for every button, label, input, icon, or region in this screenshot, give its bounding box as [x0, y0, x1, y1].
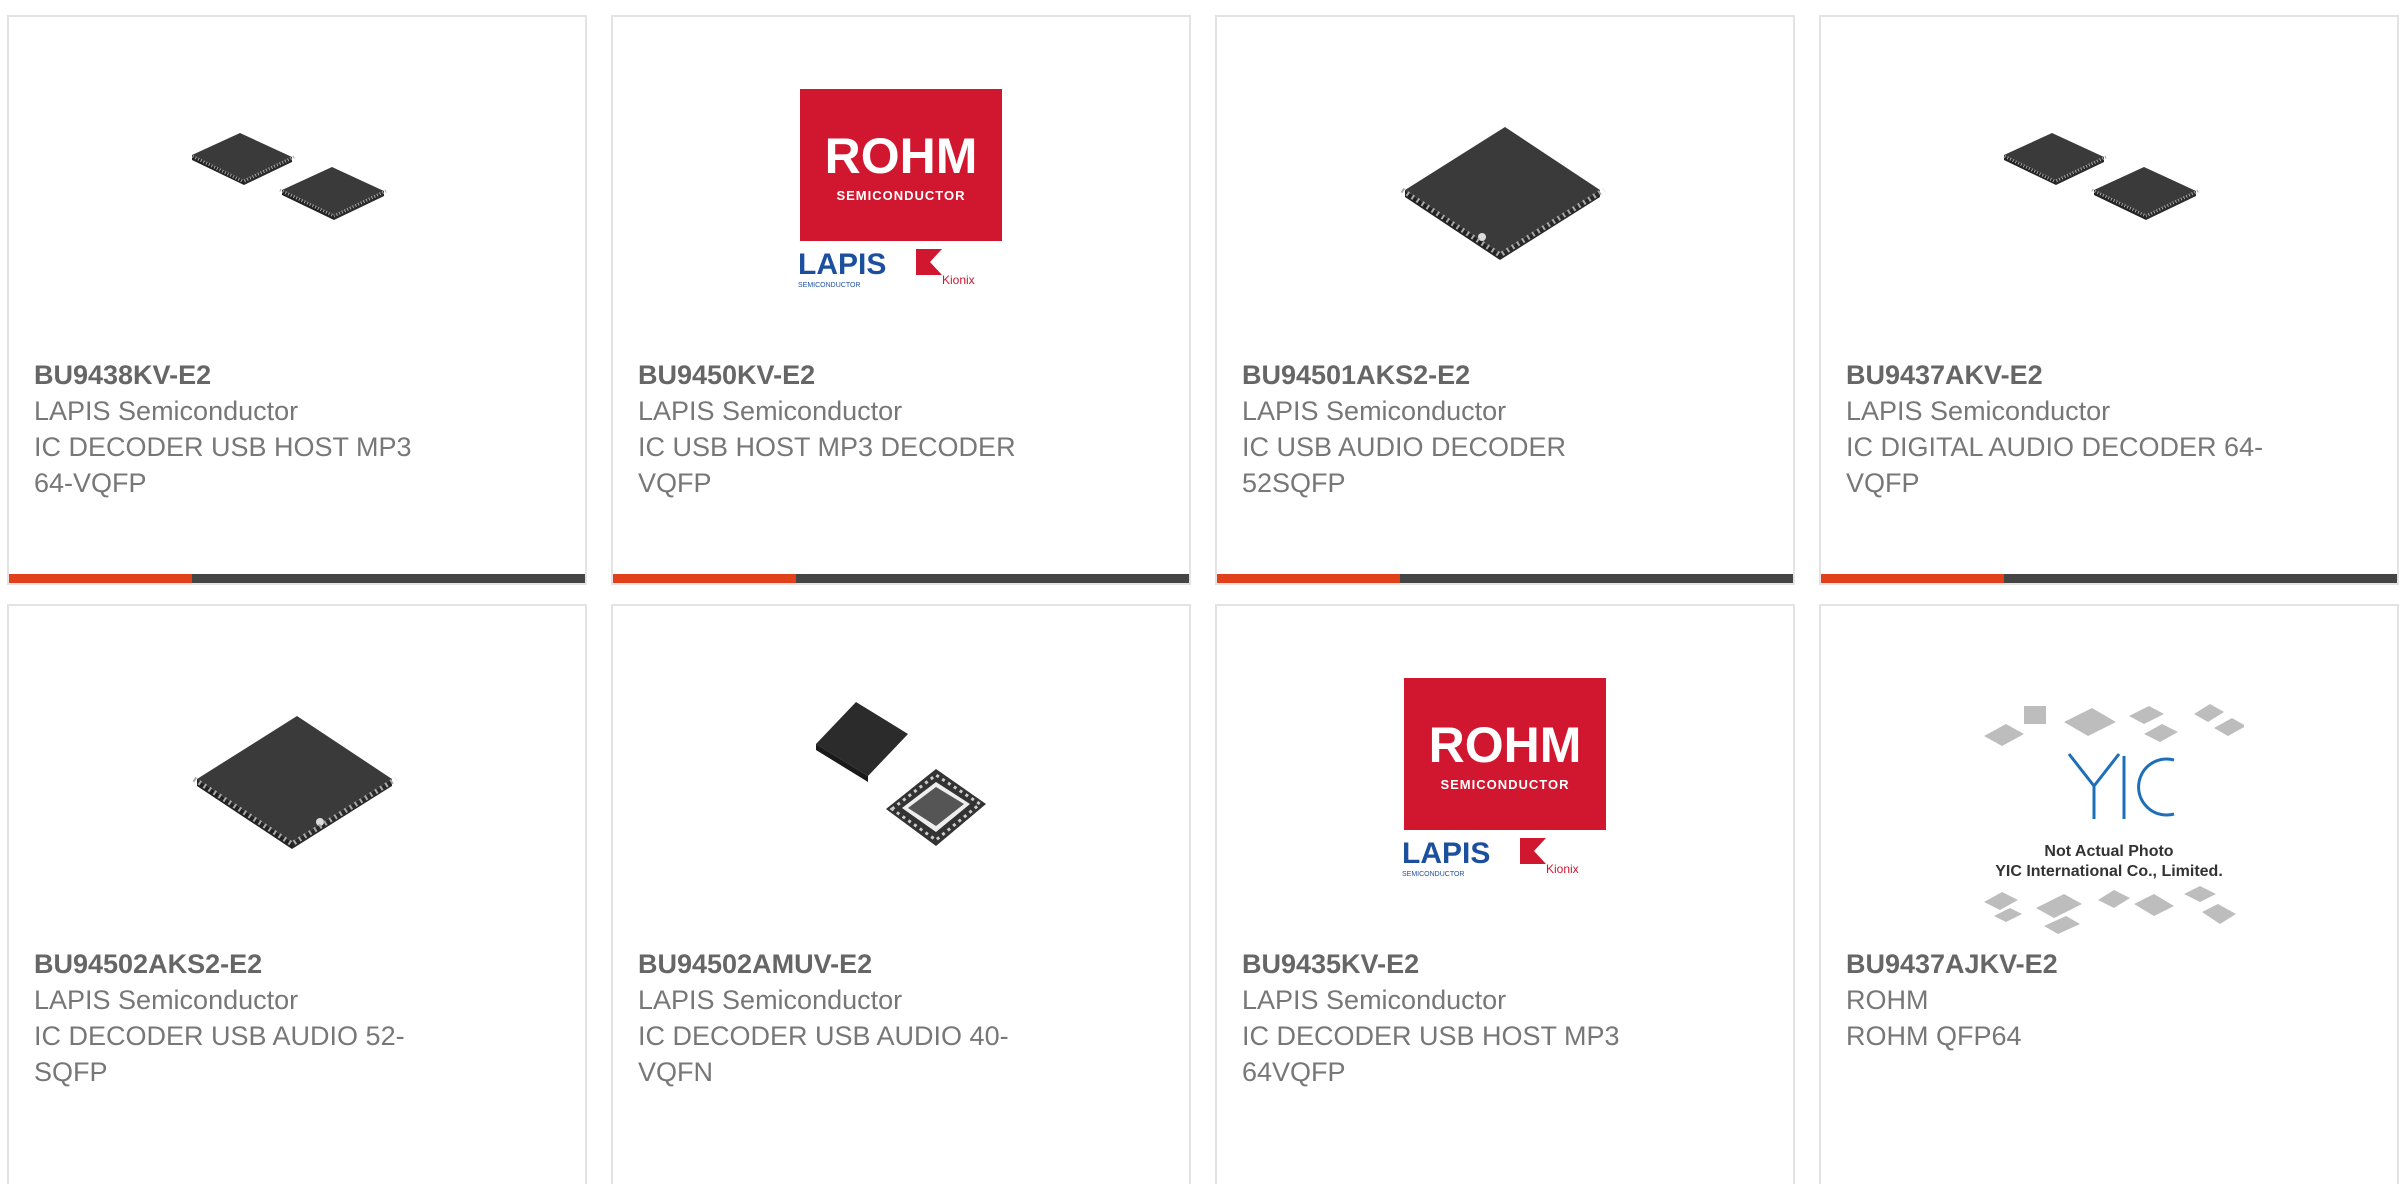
product-card[interactable]: BU9437AKV-E2 LAPIS Semiconductor IC DIGI… [1819, 15, 2399, 585]
card-bottom-bar [1217, 574, 1793, 583]
manufacturer: ROHM [1846, 985, 1929, 1015]
svg-text:SEMICONDUCTOR: SEMICONDUCTOR [1440, 777, 1569, 792]
chip-placeholder-icon [1984, 704, 2244, 746]
card-bottom-bar [9, 574, 585, 583]
part-number[interactable]: BU9438KV-E2 [34, 357, 565, 393]
svg-text:LAPIS: LAPIS [1402, 837, 1490, 870]
kionix-logo-icon: Kionix [1520, 838, 1579, 876]
manufacturer: LAPIS Semiconductor [1242, 985, 1507, 1015]
description: ROHM QFP64 [1846, 1021, 2022, 1051]
product-card[interactable]: BU94502AKS2-E2 LAPIS Semiconductor IC DE… [7, 604, 587, 1184]
card-bottom-bar [613, 574, 1189, 583]
svg-text:Kionix: Kionix [1546, 862, 1579, 876]
qfp-chip-icon [2004, 133, 2199, 220]
card-bottom-bar [1821, 574, 2397, 583]
product-card[interactable]: BU9438KV-E2 LAPIS Semiconductor IC DECOD… [7, 15, 587, 585]
product-image[interactable] [796, 674, 1006, 884]
qfp-chip-icon [1400, 127, 1606, 260]
product-card[interactable]: Not Actual Photo YIC International Co., … [1819, 604, 2399, 1184]
manufacturer: LAPIS Semiconductor [1242, 396, 1507, 426]
qfp-chip-icon [192, 133, 387, 220]
product-image[interactable] [2004, 85, 2214, 295]
manufacturer: LAPIS Semiconductor [34, 985, 299, 1015]
product-image[interactable] [1400, 85, 1610, 295]
description: IC USB AUDIO DECODER 52SQFP [1242, 432, 1567, 498]
manufacturer: LAPIS Semiconductor [638, 985, 903, 1015]
svg-text:SEMICONDUCTOR: SEMICONDUCTOR [836, 188, 965, 203]
description: IC DECODER USB HOST MP3 64-VQFP [34, 432, 412, 498]
description: IC DECODER USB HOST MP3 64VQFP [1242, 1021, 1620, 1087]
svg-text:YIC International Co., Limited: YIC International Co., Limited. [1995, 863, 2223, 880]
part-number[interactable]: BU94501AKS2-E2 [1242, 357, 1773, 393]
description: IC DIGITAL AUDIO DECODER 64-VQFP [1846, 432, 2264, 498]
manufacturer: LAPIS Semiconductor [1846, 396, 2111, 426]
manufacturer: LAPIS Semiconductor [638, 396, 903, 426]
description: IC DECODER USB AUDIO 40-VQFN [638, 1021, 1009, 1087]
product-card[interactable]: ROHM SEMICONDUCTOR LAPIS SEMICONDUCTOR K… [1215, 604, 1795, 1184]
product-grid: BU9438KV-E2 LAPIS Semiconductor IC DECOD… [0, 0, 2400, 1184]
yic-logo-icon [2067, 753, 2175, 819]
product-image[interactable]: ROHM SEMICONDUCTOR LAPIS SEMICONDUCTOR K… [1400, 674, 1610, 884]
product-image[interactable] [192, 674, 402, 884]
qfp-chip-icon [192, 716, 398, 849]
description: IC DECODER USB AUDIO 52-SQFP [34, 1021, 405, 1087]
rohm-logo-icon: ROHM SEMICONDUCTOR [800, 89, 1002, 241]
product-image[interactable]: Not Actual Photo YIC International Co., … [1974, 694, 2244, 934]
product-card[interactable]: BU94502AMUV-E2 LAPIS Semiconductor IC DE… [611, 604, 1191, 1184]
svg-text:ROHM: ROHM [825, 128, 978, 184]
svg-text:Kionix: Kionix [942, 273, 975, 287]
lapis-logo-icon: LAPIS SEMICONDUCTOR [1402, 837, 1490, 878]
description: IC USB HOST MP3 DECODER VQFP [638, 432, 1016, 498]
qfn-chip-icon [816, 702, 986, 846]
svg-text:SEMICONDUCTOR: SEMICONDUCTOR [1402, 871, 1464, 878]
part-number[interactable]: BU9437AJKV-E2 [1846, 946, 2377, 982]
product-image[interactable]: ROHM SEMICONDUCTOR LAPIS SEMICONDUCTOR K… [796, 85, 1006, 295]
product-card[interactable]: ROHM SEMICONDUCTOR LAPIS SEMICONDUCTOR K… [611, 15, 1191, 585]
svg-text:Not Actual Photo: Not Actual Photo [2044, 843, 2173, 860]
kionix-logo-icon: Kionix [916, 249, 975, 287]
product-card[interactable]: BU94501AKS2-E2 LAPIS Semiconductor IC US… [1215, 15, 1795, 585]
svg-text:ROHM: ROHM [1429, 717, 1582, 773]
part-number[interactable]: BU9437AKV-E2 [1846, 357, 2377, 393]
rohm-logo-icon: ROHM SEMICONDUCTOR [1404, 678, 1606, 830]
part-number[interactable]: BU94502AMUV-E2 [638, 946, 1169, 982]
svg-text:SEMICONDUCTOR: SEMICONDUCTOR [798, 282, 860, 289]
manufacturer: LAPIS Semiconductor [34, 396, 299, 426]
part-number[interactable]: BU9435KV-E2 [1242, 946, 1773, 982]
svg-text:LAPIS: LAPIS [798, 248, 886, 281]
chip-placeholder-icon [1984, 886, 2236, 934]
lapis-logo-icon: LAPIS SEMICONDUCTOR [798, 248, 886, 289]
product-image[interactable] [192, 85, 402, 295]
part-number[interactable]: BU94502AKS2-E2 [34, 946, 565, 982]
part-number[interactable]: BU9450KV-E2 [638, 357, 1169, 393]
